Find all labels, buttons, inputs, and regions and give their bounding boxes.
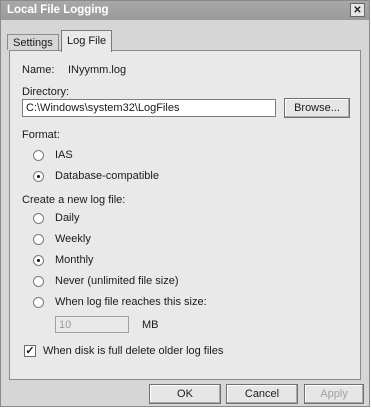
tab-settings-label: Settings bbox=[13, 37, 53, 49]
format-label: Format: bbox=[22, 129, 60, 141]
name-label: Name: bbox=[22, 64, 55, 76]
tab-log-file-label: Log File bbox=[67, 35, 107, 47]
directory-input[interactable]: C:\Windows\system32\LogFiles bbox=[22, 99, 276, 117]
checkmark-icon: ✓ bbox=[25, 345, 35, 357]
monthly-label: Monthly bbox=[55, 254, 94, 266]
size-limit-label: When log file reaches this size: bbox=[55, 296, 207, 308]
format-database-compatible-radio[interactable] bbox=[33, 171, 44, 182]
format-ias-radio[interactable] bbox=[33, 150, 44, 161]
format-ias-label: IAS bbox=[55, 149, 73, 161]
size-unit-label: MB bbox=[142, 319, 159, 331]
daily-label: Daily bbox=[55, 212, 80, 224]
log-file-panel: Name: INyymm.log Directory: C:\Windows\s… bbox=[9, 50, 361, 380]
delete-older-checkbox[interactable]: ✓ bbox=[24, 345, 36, 357]
dialog-title: Local File Logging bbox=[7, 4, 109, 16]
new-log-label: Create a new log file: bbox=[22, 194, 126, 206]
directory-label: Directory: bbox=[22, 86, 70, 98]
tab-settings[interactable]: Settings bbox=[7, 34, 59, 50]
never-radio[interactable] bbox=[33, 276, 44, 287]
weekly-radio[interactable] bbox=[33, 234, 44, 245]
daily-radio[interactable] bbox=[33, 213, 44, 224]
cancel-button[interactable]: Cancel bbox=[226, 384, 298, 404]
ok-button[interactable]: OK bbox=[149, 384, 221, 404]
name-value: INyymm.log bbox=[68, 64, 127, 76]
dialog-button-bar: OK Cancel Apply bbox=[1, 381, 369, 408]
never-label: Never (unlimited file size) bbox=[55, 275, 179, 287]
size-limit-radio[interactable] bbox=[33, 297, 44, 308]
browse-button[interactable]: Browse... bbox=[284, 98, 350, 118]
size-input[interactable]: 10 bbox=[55, 316, 129, 333]
delete-older-label: When disk is full delete older log files bbox=[43, 345, 224, 357]
tab-log-file[interactable]: Log File bbox=[61, 30, 113, 52]
title-bar: Local File Logging ✕ bbox=[1, 1, 369, 20]
close-icon: ✕ bbox=[353, 5, 362, 16]
apply-button[interactable]: Apply bbox=[304, 384, 364, 404]
format-database-compatible-label: Database-compatible bbox=[55, 170, 159, 182]
close-button[interactable]: ✕ bbox=[350, 3, 365, 17]
local-file-logging-dialog: Local File Logging ✕ Settings Log File N… bbox=[0, 0, 370, 407]
weekly-label: Weekly bbox=[55, 233, 91, 245]
monthly-radio[interactable] bbox=[33, 255, 44, 266]
